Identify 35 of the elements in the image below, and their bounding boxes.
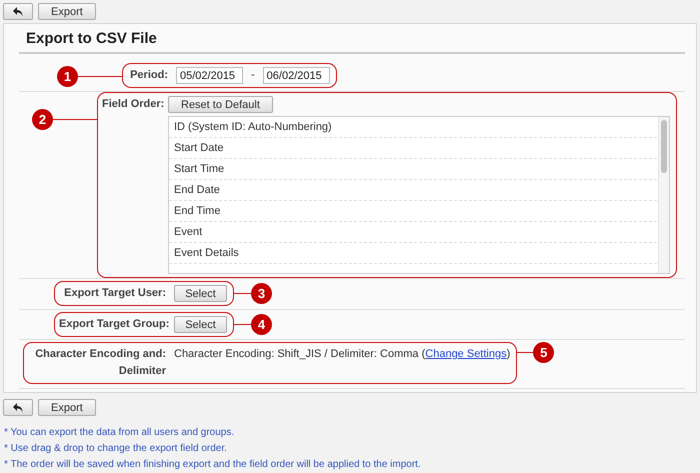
callout-number: 1 bbox=[57, 66, 78, 87]
reset-to-default-button[interactable]: Reset to Default bbox=[168, 96, 273, 113]
scrollbar[interactable] bbox=[658, 117, 669, 273]
callout-number: 5 bbox=[533, 342, 554, 363]
export-button[interactable]: Export bbox=[38, 399, 96, 416]
select-button[interactable]: Select bbox=[174, 285, 227, 302]
field-label: Character Encoding and: Delimiter bbox=[34, 347, 166, 379]
field-list-item[interactable]: End Time bbox=[169, 201, 657, 222]
start-date-field[interactable]: 05/02/2015 bbox=[176, 67, 243, 84]
change-settings-link[interactable]: Change Settings bbox=[425, 348, 507, 360]
field-list-item[interactable]: Start Time bbox=[169, 159, 657, 180]
field-list-item[interactable]: End Date bbox=[169, 180, 657, 201]
end-date-field[interactable]: 06/02/2015 bbox=[262, 67, 330, 84]
note-text: * The order will be saved when finishing export and the field order will be applied to the import. bbox=[4, 459, 422, 470]
field-list-item[interactable]: ID (System ID: Auto-Numbering) bbox=[169, 117, 657, 138]
back-arrow-icon bbox=[12, 402, 24, 412]
back-button[interactable] bbox=[3, 3, 33, 20]
back-button[interactable] bbox=[3, 399, 33, 416]
note-text: * You can export the data from all users and groups. bbox=[4, 427, 236, 438]
callout-number: 3 bbox=[251, 283, 272, 304]
export-button[interactable]: Export bbox=[38, 3, 96, 20]
encoding-setting-text: Character Encoding: Shift_JIS / Delimiter: Comma (Change Settings) bbox=[174, 347, 510, 362]
field-list-item[interactable]: Start Date bbox=[169, 138, 657, 159]
page-title: Export to CSV File bbox=[19, 30, 685, 54]
field-list-item[interactable]: Event Details bbox=[169, 243, 657, 264]
back-arrow-icon bbox=[12, 6, 24, 16]
callout-number: 4 bbox=[251, 314, 272, 335]
date-separator: - bbox=[251, 68, 255, 83]
field-label: Period: bbox=[129, 68, 168, 83]
callout-number: 2 bbox=[32, 109, 53, 130]
field-list-item[interactable]: Event bbox=[169, 222, 657, 243]
select-button[interactable]: Select bbox=[174, 316, 227, 333]
field-label: Export Target Group: bbox=[59, 317, 166, 332]
field-label: Export Target User: bbox=[63, 286, 166, 301]
note-text: * Use drag & drop to change the export field order. bbox=[4, 443, 228, 454]
